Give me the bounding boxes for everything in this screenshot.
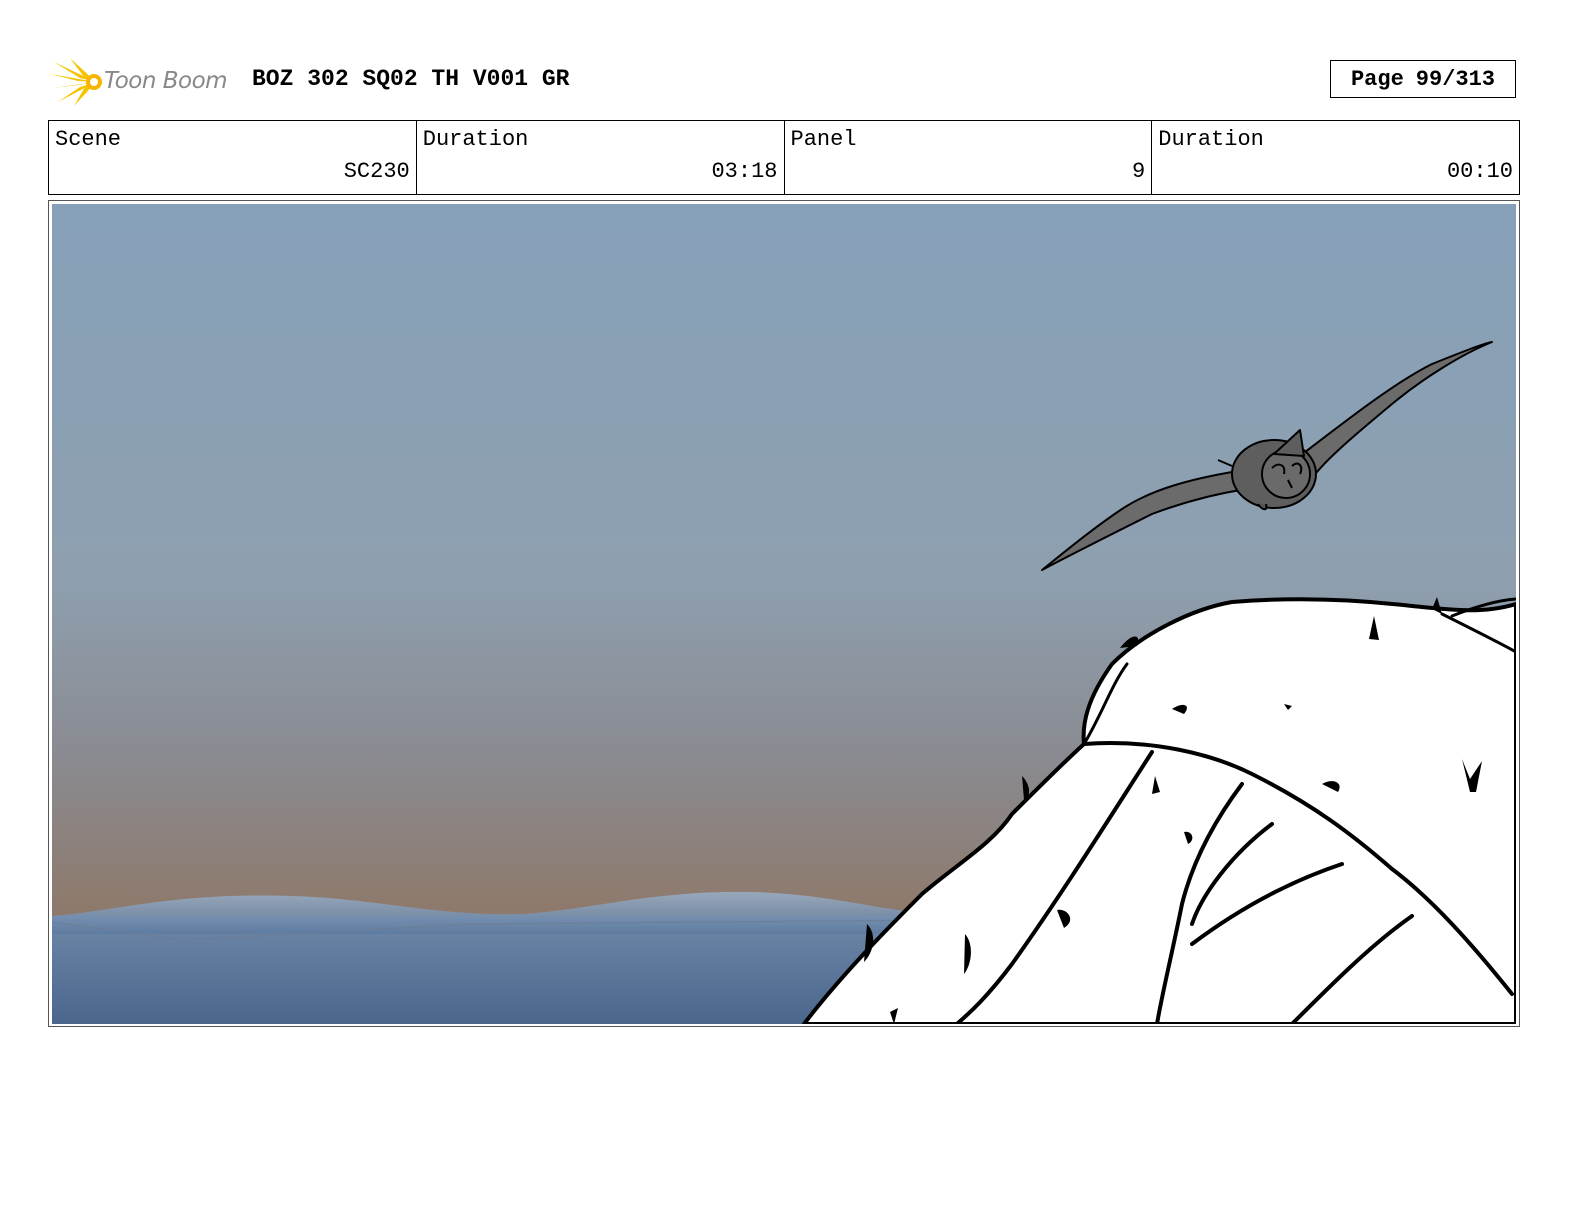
panel-cell: Panel 9	[785, 121, 1153, 194]
page-indicator: Page 99/313	[1330, 60, 1516, 98]
panel-duration-value: 00:10	[1446, 159, 1513, 184]
scene-duration-label: Duration	[422, 127, 529, 152]
document-title: BOZ 302 SQ02 TH V001 GR	[252, 66, 570, 92]
storyboard-panel-image	[52, 204, 1516, 1024]
scene-duration-value: 03:18	[711, 159, 778, 184]
panel-duration-cell: Duration 00:10	[1152, 121, 1519, 194]
panel-value: 9	[1132, 159, 1146, 184]
page-label: Page	[1350, 66, 1404, 92]
scene-value: SC230	[343, 159, 410, 184]
panel-duration-label: Duration	[1158, 127, 1264, 152]
starburst-icon	[50, 58, 102, 106]
logo-text: Toon Boom	[104, 68, 228, 94]
toon-boom-logo: Toon Boom	[50, 56, 240, 108]
page-header: Toon Boom BOZ 302 SQ02 TH V001 GR Page 9…	[48, 52, 1520, 108]
panel-info-table: Scene SC230 Duration 03:18 Panel 9 Durat…	[48, 120, 1520, 195]
scene-label: Scene	[55, 127, 122, 152]
panel-drawing	[52, 204, 1516, 1024]
panel-label: Panel	[790, 127, 857, 152]
storyboard-panel-frame	[48, 200, 1520, 1027]
page-number: 99/313	[1415, 66, 1496, 92]
scene-duration-cell: Duration 03:18	[417, 121, 785, 194]
owl-head	[1261, 449, 1311, 499]
scene-cell: Scene SC230	[49, 121, 417, 194]
